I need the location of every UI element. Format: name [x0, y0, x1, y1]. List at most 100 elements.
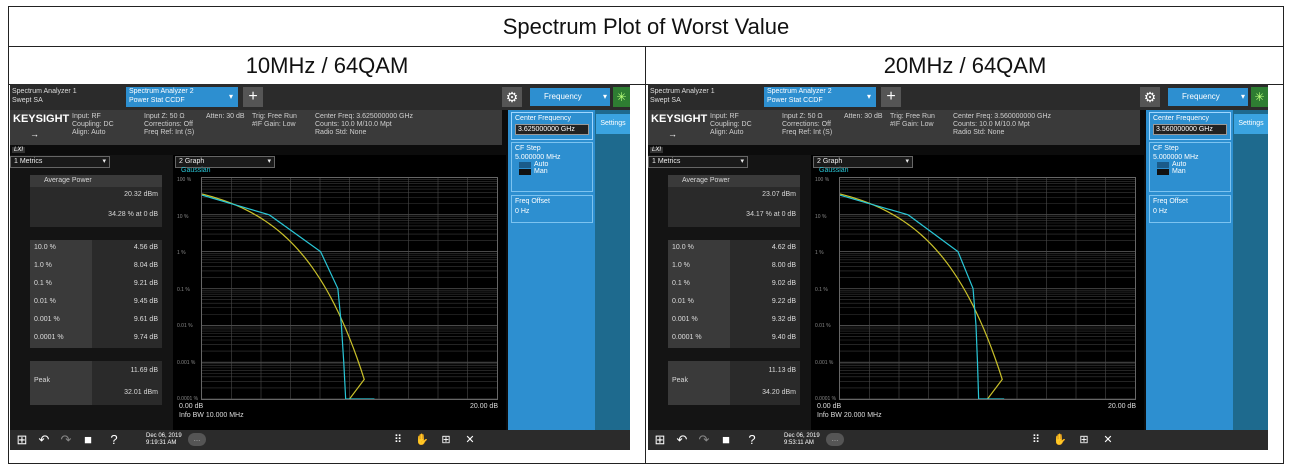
- frequency-menu-label: Frequency: [1182, 92, 1220, 101]
- file-icon[interactable]: ■: [718, 432, 734, 448]
- analyzer-screenshot: Spectrum Analyzer 1 Swept SA Spectrum An…: [10, 84, 630, 450]
- chevron-down-icon: ▾: [602, 92, 607, 101]
- average-power-box: Average Power 20.32 dBm 34.28 % at 0 dB: [30, 175, 162, 227]
- freq-offset-softkey[interactable]: Freq Offset 0 Hz: [511, 195, 593, 223]
- x-axis-left-label: 0.00 dB: [817, 403, 842, 410]
- undo-icon[interactable]: ↶: [36, 432, 52, 448]
- center-frequency-value[interactable]: 3.625000000 GHz: [515, 124, 589, 135]
- keypad-icon[interactable]: ⠿: [1028, 432, 1044, 448]
- redo-icon[interactable]: ↷: [58, 432, 74, 448]
- probability-label: 0.0001 %: [672, 334, 702, 341]
- help-icon[interactable]: ?: [744, 432, 760, 448]
- gaussian-trace-label: Gaussian: [819, 167, 849, 174]
- time-text: 9:53:11 AM: [784, 440, 814, 446]
- ccdf-graph-window: 2 Graph ▾ Gaussian 100 % 10 % 1 % 0.1 % 0.01…: [811, 155, 1144, 430]
- average-power-label: Average Power: [44, 177, 92, 184]
- tab-settings[interactable]: Settings: [596, 114, 630, 134]
- cf-step-softkey[interactable]: CF Step 5.000000 MHz Auto Man: [511, 142, 593, 192]
- average-power-header: Average Power: [30, 175, 162, 187]
- power-value: 9.22 dB: [771, 298, 796, 305]
- lxi-badge: LXI: [12, 147, 26, 153]
- power-value: 9.61 dB: [133, 316, 158, 323]
- zoom-icon[interactable]: ✕: [1100, 432, 1116, 448]
- y-tick-label: 10 %: [177, 213, 189, 220]
- peak-label-cell: Peak: [30, 361, 92, 405]
- corrections-info: Input Z: 50 Ω Corrections: Off Freq Ref:…: [782, 113, 833, 136]
- cf-step-value: 5.000000 MHz: [515, 154, 561, 161]
- touch-icon[interactable]: ✋: [1052, 432, 1068, 448]
- power-value: 9.74 dB: [133, 334, 158, 341]
- corrections-info: Input Z: 50 Ω Corrections: Off Freq Ref:…: [144, 113, 195, 136]
- message-icon[interactable]: …: [826, 433, 844, 446]
- tab-settings[interactable]: Settings: [1234, 114, 1268, 134]
- metrics-window: 1 Metrics ▾ Average Power 23.07 dBm 34.1…: [648, 155, 811, 430]
- date-text: Dec 06, 2019: [784, 433, 820, 439]
- probability-cell: 0.01 %: [668, 294, 730, 312]
- sweep-status-icon[interactable]: ✳: [1251, 87, 1268, 107]
- freq-offset-value: 0 Hz: [515, 208, 530, 215]
- zoom-icon[interactable]: ✕: [462, 432, 478, 448]
- windows-icon[interactable]: ⊞: [652, 432, 668, 448]
- cf-step-auto-option[interactable]: Auto: [519, 161, 589, 168]
- undo-icon[interactable]: ↶: [674, 432, 690, 448]
- gear-icon[interactable]: ⚙: [502, 87, 522, 107]
- keypad-icon[interactable]: ⠿: [390, 432, 406, 448]
- metrics-window-select[interactable]: 1 Metrics ▾: [648, 156, 748, 168]
- tab-spectrum-analyzer-2[interactable]: Spectrum Analyzer 2 Power Stat CCDF ▾: [126, 87, 238, 107]
- add-screen-button[interactable]: +: [243, 87, 263, 107]
- ccdf-table-row: 10.0 % 4.56 dB: [30, 240, 162, 258]
- chevron-down-icon: ▾: [740, 158, 744, 165]
- measurement-info-bar: KEYSIGHT → Input: RF Coupling: DC Align:…: [10, 110, 502, 145]
- help-icon[interactable]: ?: [106, 432, 122, 448]
- redo-icon[interactable]: ↷: [696, 432, 712, 448]
- chevron-down-icon: ▾: [866, 92, 871, 101]
- input-info: Input: RF Coupling: DC Align: Auto: [710, 113, 752, 136]
- ccdf-table-row: 0.001 % 9.32 dB: [668, 312, 800, 330]
- center-frequency-softkey[interactable]: Center Frequency 3.560000000 GHz: [1149, 112, 1231, 140]
- ccdf-plot: [201, 177, 498, 400]
- cf-step-man-option[interactable]: Man: [519, 168, 589, 175]
- power-value: 8.00 dB: [771, 262, 796, 269]
- analyzer-screenshot: Spectrum Analyzer 1 Swept SA Spectrum An…: [648, 84, 1268, 450]
- peak-label-cell: Peak: [668, 361, 730, 405]
- y-tick-label: 100 %: [815, 177, 830, 183]
- message-icon[interactable]: …: [188, 433, 206, 446]
- freq-offset-label: Freq Offset: [1153, 198, 1188, 205]
- ccdf-table-row: 1.0 % 8.04 dB: [30, 258, 162, 276]
- freq-offset-softkey[interactable]: Freq Offset 0 Hz: [1149, 195, 1231, 223]
- auto-label: Auto: [534, 161, 549, 168]
- analyzer-bottom-bar: ⊞ ↶ ↷ ■ ? Dec 06, 2019 9:19:31 AM … ⠿ ✋ …: [10, 430, 630, 450]
- ccdf-table-row: 10.0 % 4.62 dB: [668, 240, 800, 258]
- add-screen-button[interactable]: +: [881, 87, 901, 107]
- info-bandwidth-label: Info BW 20.000 MHz: [817, 412, 882, 419]
- power-value: 9.21 dB: [133, 280, 158, 287]
- gaussian-trace-label: Gaussian: [181, 167, 211, 174]
- sweep-status-icon[interactable]: ✳: [613, 87, 630, 107]
- ccdf-table: 10.0 % 4.62 dB 1.0 % 8.00 dB 0.1 % 9.02 dB 0.0…: [668, 240, 800, 348]
- cf-step-auto-option[interactable]: Auto: [1157, 161, 1227, 168]
- center-frequency-softkey[interactable]: Center Frequency 3.625000000 GHz: [511, 112, 593, 140]
- man-indicator: [519, 168, 531, 175]
- tab-spectrum-analyzer-1[interactable]: Spectrum Analyzer 1 Swept SA: [650, 87, 762, 107]
- cf-step-label: CF Step: [1153, 145, 1179, 152]
- tab-subtitle: Power Stat CCDF: [129, 97, 185, 104]
- center-frequency-value[interactable]: 3.560000000 GHz: [1153, 124, 1227, 135]
- gear-icon[interactable]: ⚙: [1140, 87, 1160, 107]
- peak-label: Peak: [672, 377, 688, 384]
- metrics-window-select[interactable]: 1 Metrics ▾: [10, 156, 110, 168]
- metrics-window: 1 Metrics ▾ Average Power 20.32 dBm 34.2…: [10, 155, 173, 430]
- frequency-menu-button[interactable]: Frequency ▾: [530, 88, 610, 106]
- tab-spectrum-analyzer-2[interactable]: Spectrum Analyzer 2 Power Stat CCDF ▾: [764, 87, 876, 107]
- cf-step-man-option[interactable]: Man: [1157, 168, 1227, 175]
- touch-icon[interactable]: ✋: [414, 432, 430, 448]
- cf-step-softkey[interactable]: CF Step 5.000000 MHz Auto Man: [1149, 142, 1231, 192]
- probability-cell: 0.001 %: [30, 312, 92, 330]
- file-icon[interactable]: ■: [80, 432, 96, 448]
- tab-spectrum-analyzer-1[interactable]: Spectrum Analyzer 1 Swept SA: [12, 87, 124, 107]
- windows-icon[interactable]: ⊞: [14, 432, 30, 448]
- ccdf-table-row: 0.01 % 9.45 dB: [30, 294, 162, 312]
- frequency-menu-button[interactable]: Frequency ▾: [1168, 88, 1248, 106]
- window-layout-icon[interactable]: ⊞: [1076, 432, 1092, 448]
- window-layout-icon[interactable]: ⊞: [438, 432, 454, 448]
- panel-heading-right: 20MHz / 64QAM: [883, 52, 1047, 78]
